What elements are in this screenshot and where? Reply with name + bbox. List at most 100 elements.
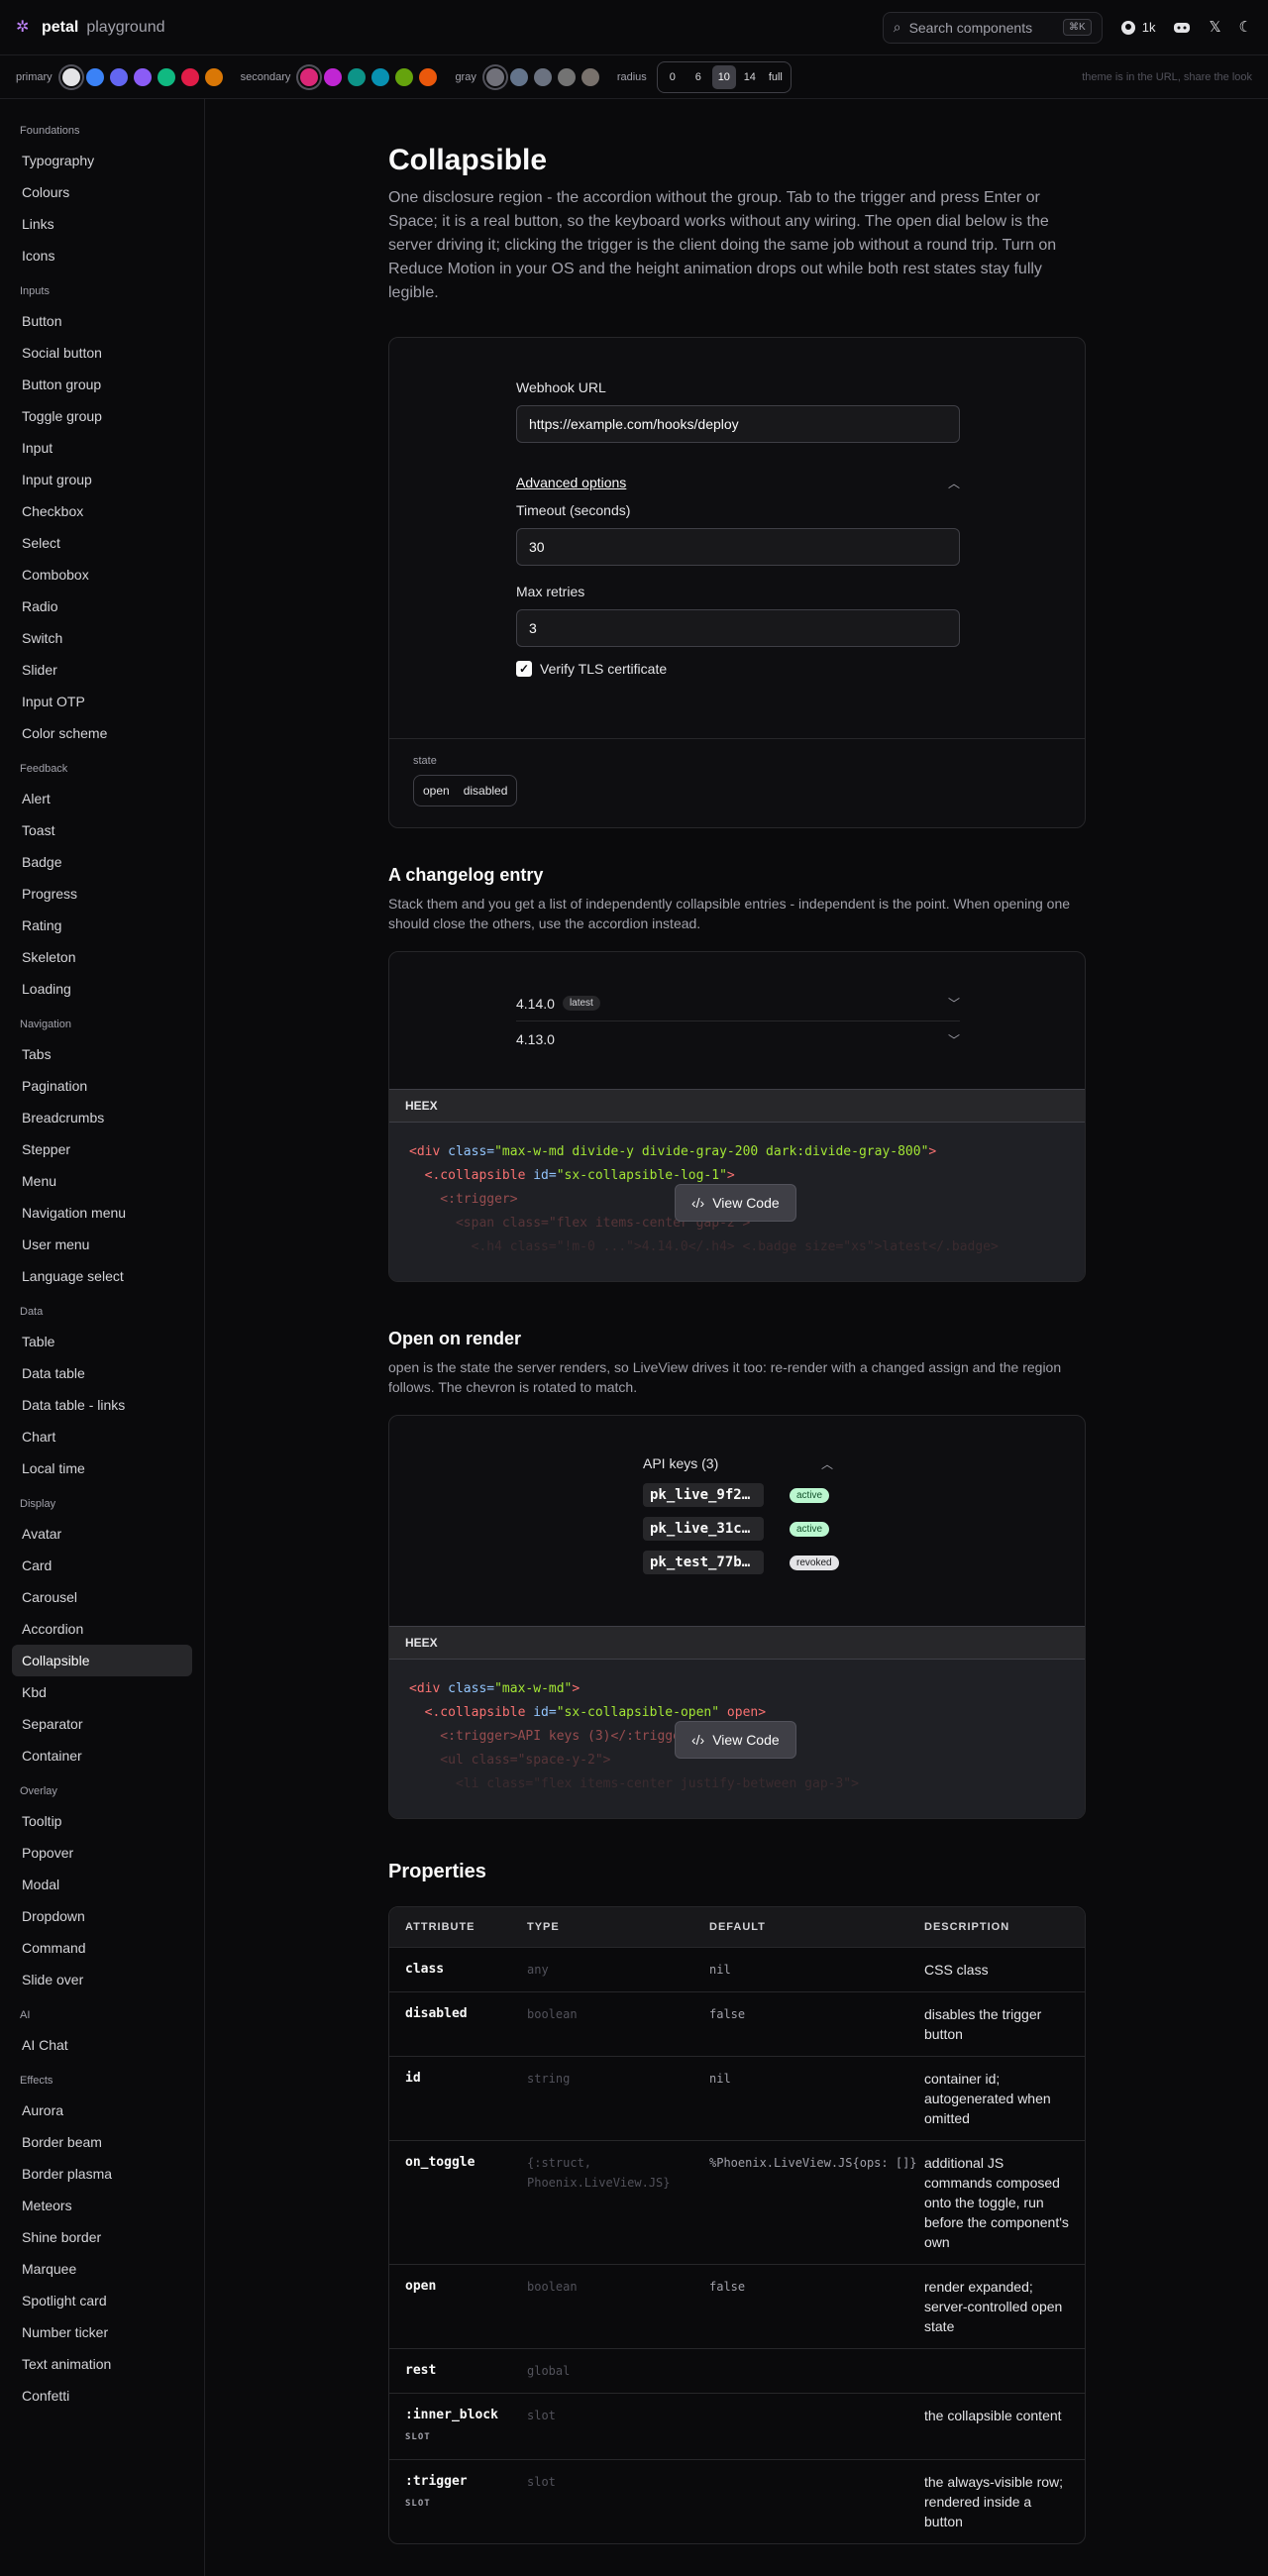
tls-checkbox-row[interactable]: ✓ Verify TLS certificate <box>516 661 960 677</box>
sidebar-item-tabs[interactable]: Tabs <box>12 1038 192 1070</box>
sidebar-item-toggle-group[interactable]: Toggle group <box>12 400 192 432</box>
sidebar-item-menu[interactable]: Menu <box>12 1165 192 1197</box>
sidebar-item-collapsible[interactable]: Collapsible <box>12 1645 192 1676</box>
sidebar-item-breadcrumbs[interactable]: Breadcrumbs <box>12 1102 192 1133</box>
sidebar-item-meteors[interactable]: Meteors <box>12 2190 192 2221</box>
primary-color-swatch[interactable] <box>109 67 128 86</box>
timeout-input[interactable]: 30 <box>516 528 960 566</box>
sidebar-item-slider[interactable]: Slider <box>12 654 192 686</box>
sidebar-item-alert[interactable]: Alert <box>12 783 192 814</box>
gray-color-swatch[interactable] <box>485 67 504 86</box>
sidebar-item-slide-over[interactable]: Slide over <box>12 1964 192 1995</box>
discord-icon[interactable] <box>1173 21 1191 35</box>
sidebar-item-text-animation[interactable]: Text animation <box>12 2348 192 2380</box>
sidebar-item-marquee[interactable]: Marquee <box>12 2253 192 2285</box>
secondary-color-swatch[interactable] <box>300 67 319 86</box>
secondary-color-swatch[interactable] <box>348 67 367 86</box>
sidebar-item-language-select[interactable]: Language select <box>12 1260 192 1292</box>
sidebar-item-badge[interactable]: Badge <box>12 846 192 878</box>
sidebar-item-data-table[interactable]: Data table <box>12 1357 192 1389</box>
sidebar-item-input[interactable]: Input <box>12 432 192 464</box>
sidebar-item-pagination[interactable]: Pagination <box>12 1070 192 1102</box>
sidebar-item-progress[interactable]: Progress <box>12 878 192 910</box>
sidebar-item-rating[interactable]: Rating <box>12 910 192 941</box>
sidebar-item-local-time[interactable]: Local time <box>12 1452 192 1484</box>
gray-color-swatch[interactable] <box>509 67 528 86</box>
sidebar-item-tooltip[interactable]: Tooltip <box>12 1805 192 1837</box>
sidebar-item-data-table-links[interactable]: Data table - links <box>12 1389 192 1421</box>
sidebar-item-switch[interactable]: Switch <box>12 622 192 654</box>
search-input[interactable]: ⌕ Search components ⌘K <box>882 11 1103 44</box>
sidebar-item-container[interactable]: Container <box>12 1740 192 1771</box>
sidebar-item-input-group[interactable]: Input group <box>12 464 192 495</box>
view-code-button[interactable]: ‹/› View Code <box>675 1721 796 1759</box>
sidebar-item-button-group[interactable]: Button group <box>12 369 192 400</box>
primary-color-swatch[interactable] <box>204 67 223 86</box>
sidebar-item-kbd[interactable]: Kbd <box>12 1676 192 1708</box>
sidebar-item-confetti[interactable]: Confetti <box>12 2380 192 2412</box>
sidebar-item-border-beam[interactable]: Border beam <box>12 2126 192 2158</box>
primary-color-swatch[interactable] <box>85 67 104 86</box>
radius-option-14[interactable]: 14 <box>738 65 762 89</box>
sidebar-item-links[interactable]: Links <box>12 208 192 240</box>
sidebar-item-shine-border[interactable]: Shine border <box>12 2221 192 2253</box>
sidebar-item-card[interactable]: Card <box>12 1550 192 1581</box>
x-twitter-icon[interactable]: 𝕏 <box>1209 20 1220 35</box>
state-open-button[interactable]: open <box>417 779 456 803</box>
sidebar-item-radio[interactable]: Radio <box>12 590 192 622</box>
changelog-entry-trigger[interactable]: 4.13.0 ﹀ <box>516 1027 960 1051</box>
gray-color-swatch[interactable] <box>533 67 552 86</box>
sidebar-item-aurora[interactable]: Aurora <box>12 2094 192 2126</box>
retries-input[interactable]: 3 <box>516 609 960 647</box>
radius-option-6[interactable]: 6 <box>687 65 710 89</box>
api-keys-trigger[interactable]: API keys (3) ︿ <box>643 1455 833 1472</box>
sidebar-item-skeleton[interactable]: Skeleton <box>12 941 192 973</box>
primary-color-swatch[interactable] <box>180 67 199 86</box>
logo[interactable]: ✲ petal playground <box>16 19 165 37</box>
sidebar-item-stepper[interactable]: Stepper <box>12 1133 192 1165</box>
sidebar-item-spotlight-card[interactable]: Spotlight card <box>12 2285 192 2316</box>
sidebar-item-table[interactable]: Table <box>12 1326 192 1357</box>
sidebar-item-select[interactable]: Select <box>12 527 192 559</box>
gray-color-swatch[interactable] <box>581 67 599 86</box>
secondary-color-swatch[interactable] <box>371 67 390 86</box>
moon-icon[interactable]: ☾ <box>1239 20 1252 35</box>
sidebar-item-chart[interactable]: Chart <box>12 1421 192 1452</box>
sidebar-item-loading[interactable]: Loading <box>12 973 192 1005</box>
sidebar-item-colours[interactable]: Colours <box>12 176 192 208</box>
sidebar-item-button[interactable]: Button <box>12 305 192 337</box>
secondary-color-swatch[interactable] <box>419 67 438 86</box>
webhook-url-input[interactable]: https://example.com/hooks/deploy <box>516 405 960 443</box>
sidebar-item-number-ticker[interactable]: Number ticker <box>12 2316 192 2348</box>
primary-color-swatch[interactable] <box>157 67 175 86</box>
sidebar-item-user-menu[interactable]: User menu <box>12 1229 192 1260</box>
sidebar-item-icons[interactable]: Icons <box>12 240 192 271</box>
sidebar-item-accordion[interactable]: Accordion <box>12 1613 192 1645</box>
advanced-options-trigger[interactable]: Advanced options ︿ <box>516 473 960 492</box>
sidebar-item-combobox[interactable]: Combobox <box>12 559 192 590</box>
sidebar-item-ai-chat[interactable]: AI Chat <box>12 2029 192 2061</box>
primary-color-swatch[interactable] <box>133 67 152 86</box>
radius-option-full[interactable]: full <box>764 65 788 89</box>
view-code-button[interactable]: ‹/› View Code <box>675 1184 796 1222</box>
github-link[interactable]: 1k <box>1120 20 1155 36</box>
sidebar-item-input-otp[interactable]: Input OTP <box>12 686 192 717</box>
sidebar-item-navigation-menu[interactable]: Navigation menu <box>12 1197 192 1229</box>
secondary-color-swatch[interactable] <box>395 67 414 86</box>
sidebar-item-dropdown[interactable]: Dropdown <box>12 1900 192 1932</box>
gray-color-swatch[interactable] <box>557 67 576 86</box>
changelog-entry-trigger[interactable]: 4.14.0 latest ﹀ <box>516 992 960 1021</box>
sidebar-item-color-scheme[interactable]: Color scheme <box>12 717 192 749</box>
sidebar-item-modal[interactable]: Modal <box>12 1869 192 1900</box>
secondary-color-swatch[interactable] <box>324 67 343 86</box>
checkmark-icon[interactable]: ✓ <box>516 661 532 677</box>
radius-option-10[interactable]: 10 <box>711 64 736 89</box>
sidebar-item-avatar[interactable]: Avatar <box>12 1518 192 1550</box>
sidebar-item-popover[interactable]: Popover <box>12 1837 192 1869</box>
radius-option-0[interactable]: 0 <box>661 65 685 89</box>
sidebar-item-border-plasma[interactable]: Border plasma <box>12 2158 192 2190</box>
state-disabled-button[interactable]: disabled <box>458 779 514 803</box>
sidebar-item-checkbox[interactable]: Checkbox <box>12 495 192 527</box>
sidebar-item-toast[interactable]: Toast <box>12 814 192 846</box>
sidebar-item-typography[interactable]: Typography <box>12 145 192 176</box>
